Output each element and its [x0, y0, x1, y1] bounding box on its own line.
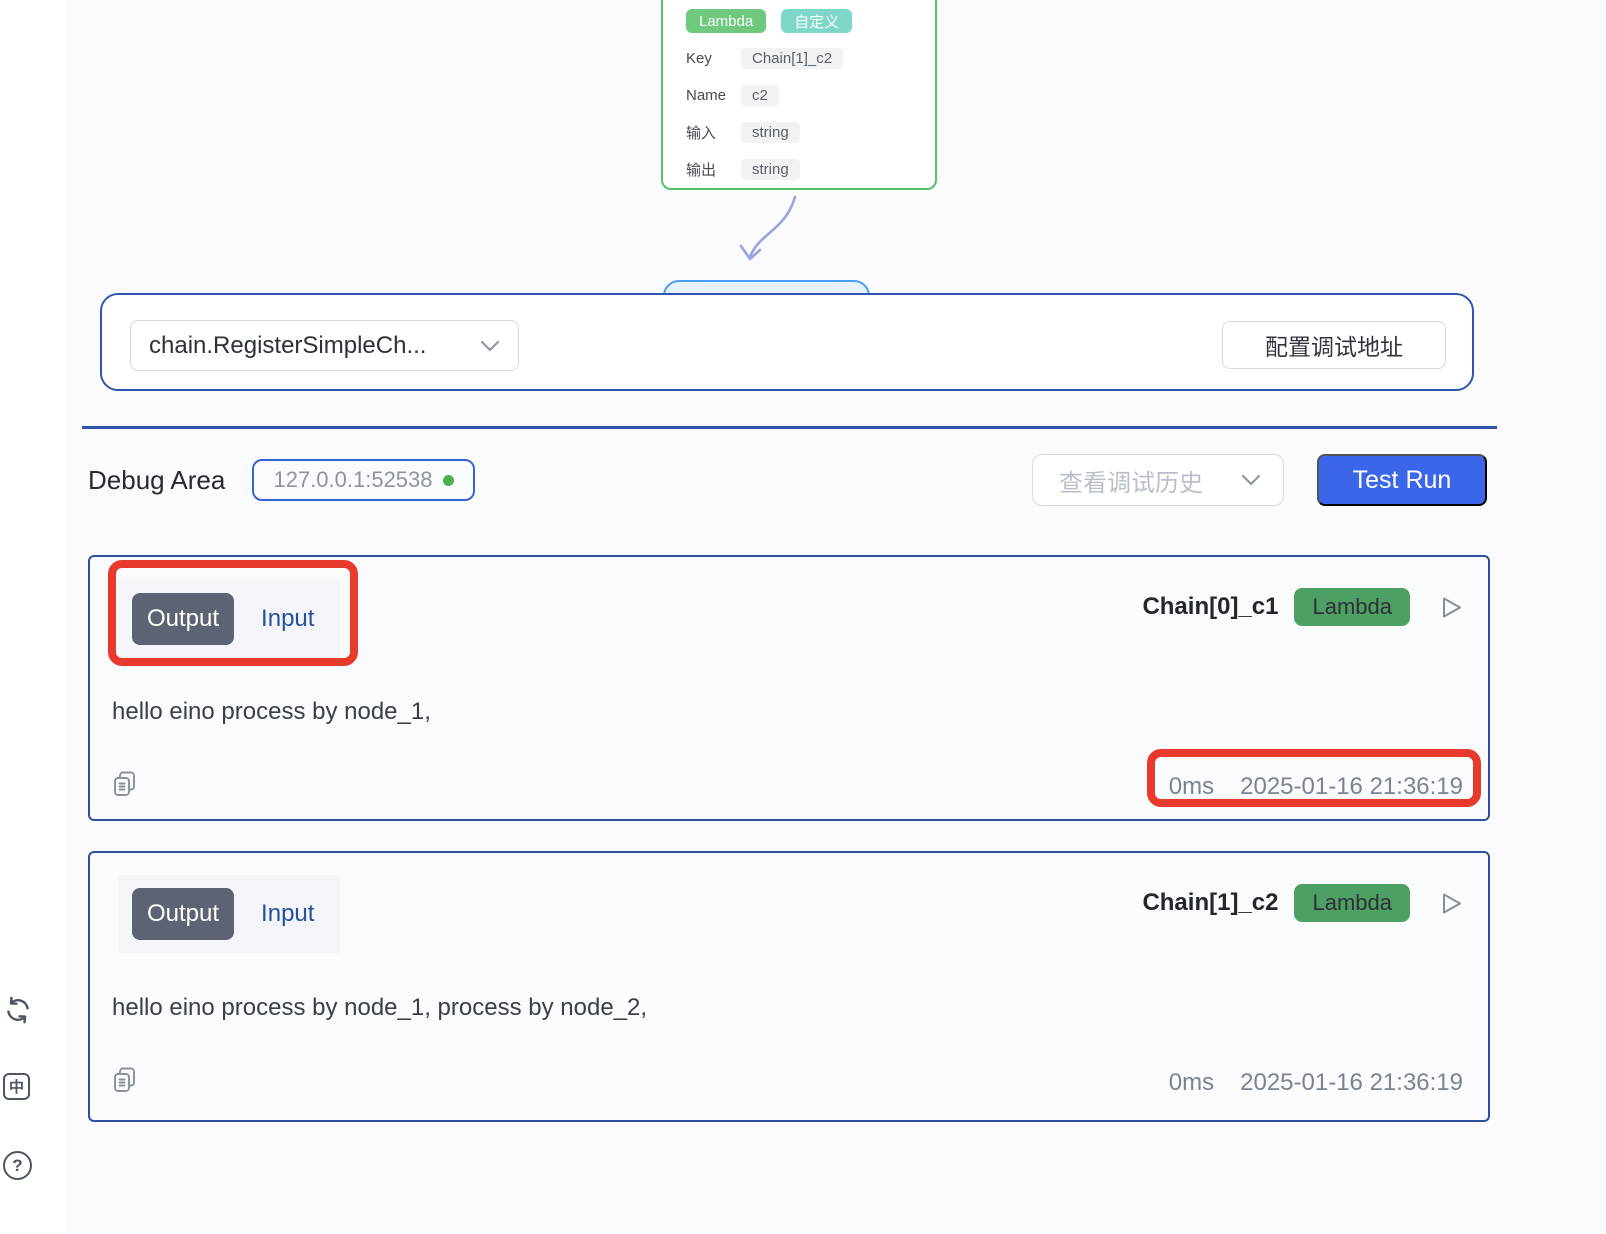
play-icon[interactable] [1437, 890, 1464, 917]
node-output-type-row: 输出 string [686, 158, 935, 180]
debug-result-card: Output Input Chain[1]_c2 Lambda hello ei… [88, 851, 1490, 1122]
input-type-value: string [741, 122, 800, 143]
duration-label: 0ms [1169, 773, 1214, 801]
chain-select[interactable]: chain.RegisterSimpleCh... [130, 320, 519, 371]
name-label: Name [686, 87, 728, 104]
output-input-tabs: Output Input [118, 875, 340, 953]
node-input-type-row: 输入 string [686, 121, 935, 143]
timestamp-label: 2025-01-16 21:36:19 [1240, 773, 1463, 801]
debug-area-title: Debug Area [88, 465, 225, 496]
key-label: Key [686, 50, 728, 67]
chevron-down-icon [480, 340, 500, 352]
output-input-tabs: Output Input [118, 580, 340, 658]
card-node-info: Chain[1]_c2 Lambda [1142, 884, 1464, 922]
configure-debug-address-button[interactable]: 配置调试地址 [1222, 321, 1446, 369]
output-content-text: hello eino process by node_1, process by… [112, 994, 647, 1022]
debug-history-select[interactable]: 查看调试历史 [1032, 454, 1284, 506]
output-type-label: 输出 [686, 159, 728, 180]
debug-toolbar-panel: chain.RegisterSimpleCh... 配置调试地址 [100, 293, 1474, 391]
lambda-type-badge: Lambda [686, 9, 766, 33]
tab-output[interactable]: Output [132, 888, 234, 940]
copy-icon[interactable] [112, 1066, 138, 1094]
flow-edge-arrow [738, 195, 808, 277]
left-rail: 中 ? [0, 0, 65, 1234]
eino-debug-page: Lambda 自定义 Key Chain[1]_c2 Name c2 输入 st… [0, 0, 1606, 1234]
debug-address-pill: 127.0.0.1:52538 [252, 459, 475, 501]
key-value: Chain[1]_c2 [741, 48, 843, 69]
connection-status-dot [443, 475, 454, 486]
section-divider [82, 426, 1497, 429]
tab-input[interactable]: Input [261, 605, 314, 633]
execution-time-row: 0ms 2025-01-16 21:36:19 [1169, 1069, 1463, 1097]
duration-label: 0ms [1169, 1069, 1214, 1097]
node-name-row: Name c2 [686, 84, 935, 106]
output-content-text: hello eino process by node_1, [112, 698, 431, 726]
debug-result-card: Output Input Chain[0]_c1 Lambda hello ei… [88, 555, 1490, 821]
test-run-button[interactable]: Test Run [1317, 454, 1487, 506]
node-key-label: Chain[0]_c1 [1142, 593, 1278, 621]
language-icon[interactable]: 中 [3, 1073, 30, 1100]
copy-icon[interactable] [112, 770, 138, 798]
execution-time-row: 0ms 2025-01-16 21:36:19 [1169, 773, 1463, 801]
chevron-down-icon [1241, 474, 1261, 486]
custom-type-badge: 自定义 [781, 9, 852, 33]
output-type-value: string [741, 159, 800, 180]
sync-icon[interactable] [4, 996, 32, 1024]
tab-output[interactable]: Output [132, 593, 234, 645]
node-key-label: Chain[1]_c2 [1142, 889, 1278, 917]
card-node-info: Chain[0]_c1 Lambda [1142, 588, 1464, 626]
lambda-badge: Lambda [1294, 884, 1410, 922]
lambda-badge: Lambda [1294, 588, 1410, 626]
node-badges: Lambda 自定义 [686, 9, 935, 33]
timestamp-label: 2025-01-16 21:36:19 [1240, 1069, 1463, 1097]
tab-input[interactable]: Input [261, 900, 314, 928]
name-value: c2 [741, 85, 779, 106]
chain-select-value: chain.RegisterSimpleCh... [149, 332, 480, 360]
debug-address: 127.0.0.1:52538 [273, 467, 432, 493]
node-key-row: Key Chain[1]_c2 [686, 47, 935, 69]
debug-history-placeholder: 查看调试历史 [1059, 463, 1241, 498]
input-type-label: 输入 [686, 122, 728, 143]
play-icon[interactable] [1437, 594, 1464, 621]
flow-node-card-c2[interactable]: Lambda 自定义 Key Chain[1]_c2 Name c2 输入 st… [661, 0, 937, 190]
help-icon[interactable]: ? [3, 1151, 32, 1180]
